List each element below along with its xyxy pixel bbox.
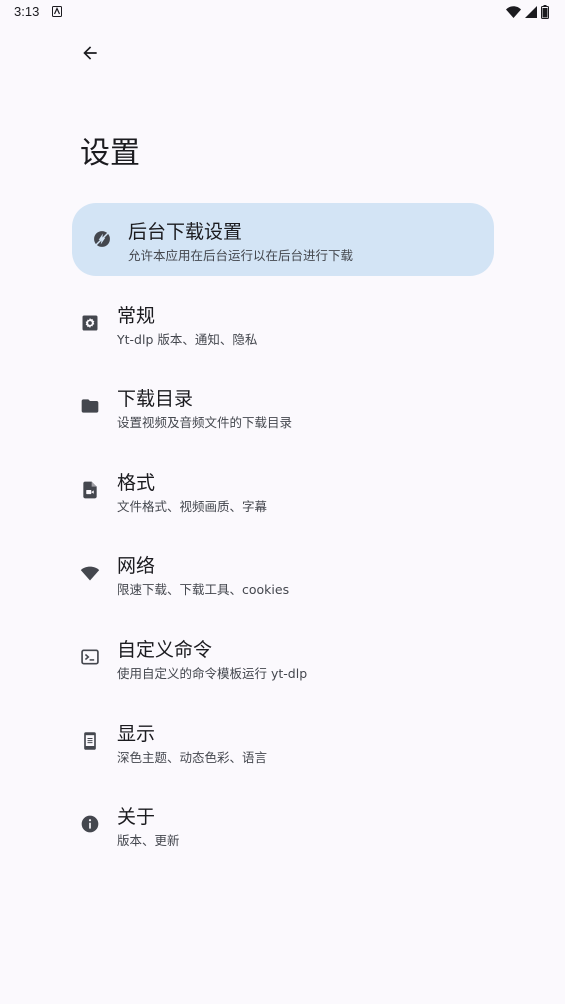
setting-general[interactable]: 常规 Yt-dlp 版本、通知、隐私 xyxy=(72,287,494,360)
setting-display[interactable]: 显示 深色主题、动态色彩、语言 xyxy=(72,705,494,778)
page-title: 设置 xyxy=(80,136,140,171)
setting-background-download[interactable]: 后台下载设置 允许本应用在后台运行以在后台进行下载 xyxy=(72,203,494,276)
cell-signal-icon xyxy=(525,6,537,18)
setting-format[interactable]: 格式 文件格式、视频画质、字幕 xyxy=(72,454,494,527)
setting-description: 限速下载、下载工具、cookies xyxy=(117,582,290,598)
setting-about[interactable]: 关于 版本、更新 xyxy=(72,788,494,861)
setting-custom-command[interactable]: 自定义命令 使用自定义的命令模板运行 yt-dlp xyxy=(72,621,494,694)
setting-download-directory[interactable]: 下载目录 设置视频及音频文件的下载目录 xyxy=(72,370,494,443)
phone-display-icon xyxy=(84,731,96,750)
terminal-icon xyxy=(81,649,99,665)
setting-title: 后台下载设置 xyxy=(128,221,243,243)
setting-description: 使用自定义的命令模板运行 yt-dlp xyxy=(117,665,308,681)
setting-description: 版本、更新 xyxy=(117,833,180,849)
video-file-icon xyxy=(83,481,97,499)
arrow-back-icon xyxy=(83,46,97,60)
setting-description: 允许本应用在后台运行以在后台进行下载 xyxy=(128,248,354,263)
setting-title: 下载目录 xyxy=(117,388,194,411)
wifi-icon xyxy=(80,567,100,581)
setting-title: 显示 xyxy=(117,722,156,745)
bolt-off-icon xyxy=(94,231,110,247)
status-time: 3:13 xyxy=(14,4,40,19)
setting-network[interactable]: 网络 限速下载、下载工具、cookies xyxy=(72,537,494,610)
folder-icon xyxy=(81,399,99,413)
settings-gear-icon xyxy=(82,315,98,331)
info-icon xyxy=(81,815,99,833)
battery-icon xyxy=(541,5,549,19)
setting-title: 关于 xyxy=(117,806,156,829)
setting-title: 自定义命令 xyxy=(117,638,213,661)
setting-title: 网络 xyxy=(117,555,156,578)
setting-title: 常规 xyxy=(117,304,156,327)
settings-list: 后台下载设置 允许本应用在后台运行以在后台进行下载 常规 Yt-dlp 版本、通… xyxy=(72,203,494,872)
status-bar: 3:13 xyxy=(0,0,565,24)
back-button[interactable] xyxy=(70,33,110,73)
setting-description: Yt-dlp 版本、通知、隐私 xyxy=(117,331,258,347)
setting-description: 设置视频及音频文件的下载目录 xyxy=(117,415,293,431)
setting-description: 文件格式、视频画质、字幕 xyxy=(117,498,268,514)
notification-icon xyxy=(52,6,62,17)
setting-title: 格式 xyxy=(117,471,156,494)
setting-description: 深色主题、动态色彩、语言 xyxy=(117,749,268,765)
wifi-signal-icon xyxy=(506,6,521,18)
